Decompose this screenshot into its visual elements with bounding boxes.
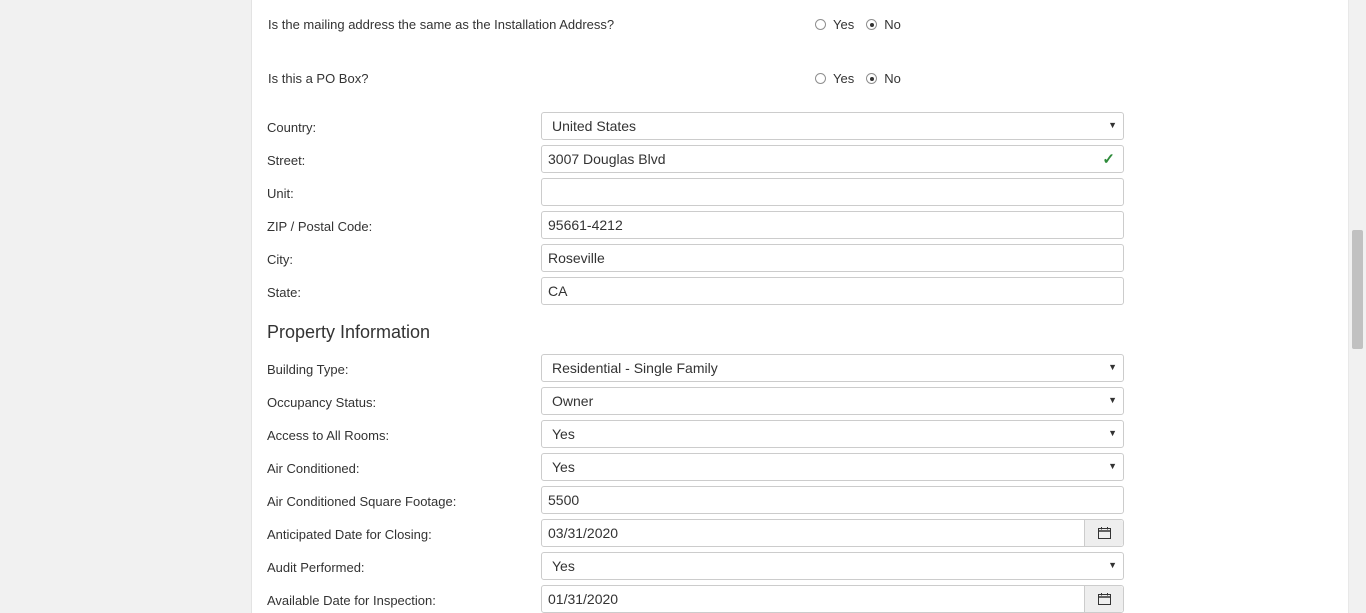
street-input[interactable]: 3007 Douglas Blvd ✓ [541,145,1124,173]
audit-performed-select[interactable]: Yes ▼ [541,552,1124,580]
zip-value: 95661-4212 [548,217,623,233]
caret-down-icon: ▼ [1108,120,1117,130]
building-type-label: Building Type: [267,362,349,377]
checkmark-icon: ✓ [1102,151,1115,168]
property-information-heading: Property Information [267,322,431,342]
state-input[interactable]: CA [541,277,1124,305]
unit-input[interactable] [541,178,1124,206]
ac-square-footage-label: Air Conditioned Square Footage: [267,494,457,509]
po-box-yes-label[interactable]: Yes [833,71,854,86]
po-box-no-radio[interactable] [866,73,878,84]
closing-date-value: 03/31/2020 [548,525,619,541]
street-label: Street: [267,153,306,168]
caret-down-icon: ▼ [1108,395,1117,405]
ac-square-footage-input[interactable]: 5500 [541,486,1124,514]
caret-down-icon: ▼ [1108,461,1117,471]
air-conditioned-value: Yes [552,459,575,475]
inspection-date-label: Available Date for Inspection: [267,593,436,608]
city-label: City: [267,252,293,267]
building-type-select[interactable]: Residential - Single Family ▼ [541,354,1124,382]
calendar-icon [1097,527,1111,539]
caret-down-icon: ▼ [1108,428,1117,438]
state-label: State: [267,285,301,300]
ac-square-footage-value: 5500 [548,492,580,508]
inspection-date-input[interactable]: 01/31/2020 [541,585,1124,613]
city-input[interactable]: Roseville [541,244,1124,272]
air-conditioned-select[interactable]: Yes ▼ [541,453,1124,481]
city-value: Roseville [548,250,605,266]
building-type-value: Residential - Single Family [552,360,718,376]
country-select[interactable]: United States ▼ [541,112,1124,140]
air-conditioned-label: Air Conditioned: [267,461,360,476]
access-rooms-select[interactable]: Yes ▼ [541,420,1124,448]
state-value: CA [548,283,568,299]
closing-date-input[interactable]: 03/31/2020 [541,519,1124,547]
zip-input[interactable]: 95661-4212 [541,211,1124,239]
calendar-button[interactable] [1084,520,1123,546]
occupancy-status-label: Occupancy Status: [267,395,377,410]
inspection-date-value: 01/31/2020 [548,591,619,607]
audit-performed-value: Yes [552,558,575,574]
calendar-icon [1097,593,1111,605]
scrollbar-thumb[interactable] [1352,230,1363,349]
closing-date-label: Anticipated Date for Closing: [267,527,432,542]
zip-label: ZIP / Postal Code: [267,219,373,234]
calendar-button[interactable] [1084,586,1123,612]
caret-down-icon: ▼ [1108,362,1117,372]
occupancy-status-value: Owner [552,393,594,409]
access-rooms-value: Yes [552,426,575,442]
occupancy-status-select[interactable]: Owner ▼ [541,387,1124,415]
street-value: 3007 Douglas Blvd [548,151,666,167]
mailing-same-no-radio[interactable] [866,19,878,30]
mailing-same-radio-group: Yes No [815,17,913,32]
caret-down-icon: ▼ [1108,560,1117,570]
po-box-radio-group: Yes No [815,71,913,86]
po-box-no-label[interactable]: No [884,71,901,86]
mailing-same-no-label[interactable]: No [884,17,901,32]
po-box-question: Is this a PO Box? [268,71,369,86]
country-value: United States [552,118,637,134]
mailing-same-yes-radio[interactable] [815,19,826,30]
access-rooms-label: Access to All Rooms: [267,428,390,443]
audit-performed-label: Audit Performed: [267,560,365,575]
unit-label: Unit: [267,186,294,201]
po-box-yes-radio[interactable] [815,73,826,84]
country-label: Country: [267,120,317,135]
mailing-same-yes-label[interactable]: Yes [833,17,854,32]
mailing-same-question: Is the mailing address the same as the I… [268,17,615,32]
vertical-scrollbar[interactable] [1348,0,1366,613]
